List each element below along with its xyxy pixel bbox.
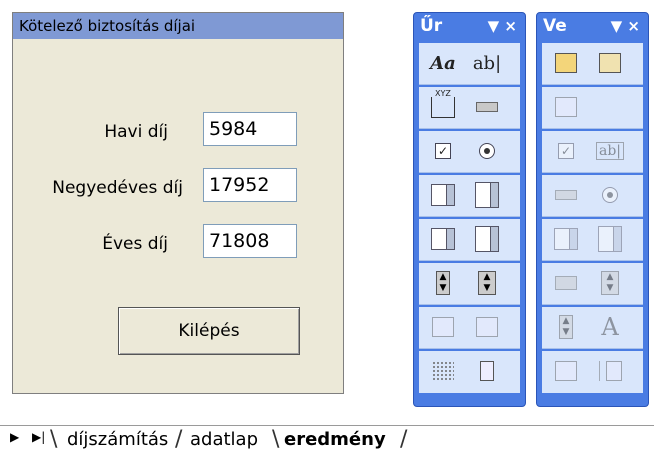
combo-dropdown-tool-icon[interactable] (427, 224, 459, 254)
toggle-button-icon (550, 268, 582, 298)
toolbar-row (419, 219, 520, 261)
toolbar-title[interactable]: Űr ▼ × (414, 13, 525, 39)
next-sheet-nav-icon[interactable]: ▶ (10, 430, 19, 444)
sheet-tab-dijszamitas[interactable]: díjszámítás (67, 426, 168, 454)
sheet-tabs-bar: ▶ ▶| \ díjszámítás / adatlap \ eredmény … (0, 425, 654, 458)
last-sheet-nav-icon[interactable]: ▶| (32, 430, 45, 444)
quarterly-fee-field[interactable]: 17952 (203, 168, 297, 202)
checkbox-icon: ✓ (550, 136, 582, 166)
exit-button[interactable]: Kilépés (118, 307, 300, 355)
toolbar-row (542, 219, 643, 261)
toolbar-controls[interactable]: ▼ × (611, 13, 640, 39)
checkbox-tool-icon[interactable]: ✓ (427, 136, 459, 166)
toolbar-row (542, 351, 643, 393)
more-controls-icon (594, 356, 626, 386)
user-form-dialog: Kötelező biztosítás díjai Havi díj 5984 … (12, 12, 344, 394)
view-code-tool-icon (471, 312, 503, 342)
listbox-tool-icon[interactable] (471, 180, 503, 210)
label-icon: A (601, 313, 619, 341)
list-dropdown-tool-icon[interactable] (471, 224, 503, 254)
toolbar-row (542, 87, 643, 129)
toolbar-row (419, 307, 520, 349)
view-code-icon (550, 92, 582, 122)
toolbar-row (419, 175, 520, 217)
properties-tool-icon (427, 312, 459, 342)
sheet-tab-adatlap[interactable]: adatlap (190, 426, 258, 454)
toolbar-row: XYZ (419, 87, 520, 129)
listbox-icon (550, 224, 582, 254)
properties-icon[interactable] (594, 48, 626, 78)
toolbar-row (542, 175, 643, 217)
toolbar-controls[interactable]: ▼ × (488, 13, 517, 39)
toolbar-row: ✓ (419, 131, 520, 173)
frame-tool-icon[interactable]: XYZ (427, 88, 459, 122)
command-button-tool-icon[interactable] (471, 92, 503, 122)
toolbar-row (419, 351, 520, 393)
scrollbar-tool-icon[interactable]: ▲ ▼ (427, 268, 459, 298)
forms-toolbar: Ve ▼ × ✓ ab| ▲ ▼ ▲ ▼ A (536, 12, 649, 407)
command-button-icon (550, 180, 582, 210)
textbox-tool-icon[interactable]: ab| (471, 48, 503, 78)
label-tool-icon[interactable]: Aa (427, 48, 459, 78)
sheet-tab-eredmeny[interactable]: eredmény (284, 426, 386, 454)
toolbar-row: ▲ ▼ A (542, 307, 643, 349)
spin-button-icon: ▲ ▼ (594, 268, 626, 298)
toolbar-row: Aa ab| (419, 43, 520, 85)
dialog-title: Kötelező biztosítás díjai (13, 13, 343, 39)
controls-toolbox-toolbar: Űr ▼ × Aa ab| XYZ ✓ ▲ ▼ ▲ ▼ (413, 12, 526, 407)
annual-fee-field[interactable]: 71808 (203, 224, 297, 258)
toolbar-row: ▲ ▼ ▲ ▼ (419, 263, 520, 305)
design-mode-icon[interactable] (550, 48, 582, 78)
scrollbar-icon: ▲ ▼ (550, 312, 582, 342)
run-dialog-icon[interactable] (471, 356, 503, 386)
tab-separator: \ (272, 427, 280, 452)
spin-button-tool-icon[interactable]: ▲ ▼ (471, 268, 503, 298)
monthly-fee-label: Havi díj (104, 122, 168, 142)
toolbar-title[interactable]: Ve ▼ × (537, 13, 648, 39)
option-button-tool-icon[interactable] (471, 136, 503, 166)
tab-separator: \ (50, 427, 58, 452)
toolbar-row: ▲ ▼ (542, 263, 643, 305)
tab-separator: / (175, 427, 183, 452)
quarterly-fee-label: Negyedéves díj (52, 178, 183, 198)
grid-toggle-icon[interactable] (427, 356, 459, 386)
toolbar-row (542, 43, 643, 85)
combobox-icon (594, 224, 626, 254)
toolbar-row: ✓ ab| (542, 131, 643, 173)
textbox-icon: ab| (594, 136, 626, 166)
option-button-icon (594, 180, 626, 210)
image-icon (550, 356, 582, 386)
combobox-tool-icon[interactable] (427, 180, 459, 210)
monthly-fee-field[interactable]: 5984 (203, 112, 297, 146)
annual-fee-label: Éves díj (102, 234, 168, 254)
tab-separator: / (400, 427, 408, 452)
